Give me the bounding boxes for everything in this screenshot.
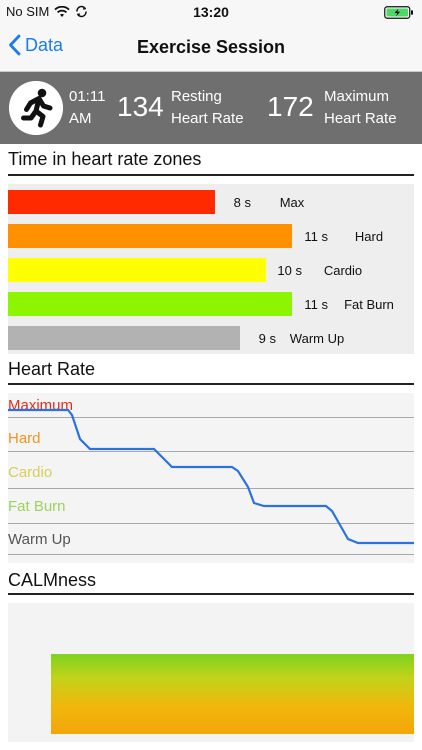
session-summary: 01:11 AM 134 Resting Heart Rate 172 Maxi… [0,72,422,144]
zones-chart: 8 s Max 11 s Hard 10 s Cardio 11 s Fat Burn 9 s W… [8,184,414,354]
zones-section-divider [8,174,414,176]
zone-bar-cardio [8,258,266,282]
zone-label: Max [279,195,305,210]
zone-duration: 10 s [277,263,302,278]
zone-label: Fat Burn [344,297,394,312]
zone-label: Cardio [323,263,363,278]
navigation-bar: Data Exercise Session [0,24,422,72]
zone-bar-hard [8,224,292,248]
heart-rate-section-title: Heart Rate [8,359,96,379]
running-person-icon [9,81,63,135]
zone-bar-fat-burn [8,292,292,316]
status-time: 13:20 [193,4,229,20]
calmness-chart [8,603,414,742]
zone-duration: 8 s [233,195,251,210]
page-title: Exercise Session [136,37,286,57]
max-heart-rate-value: 172 [267,91,314,122]
calmness-section-title: CALMness [8,570,97,590]
battery-charging-icon [384,6,413,19]
zone-bar-warm-up [8,326,240,350]
resting-heart-rate-value: 134 [117,91,164,122]
zone-label: Warm Up [289,331,345,346]
calmness-area [51,654,414,734]
heart-rate-chart: Warm Up Fat Burn Cardio Hard Maximum [8,393,414,563]
zone-duration: 9 s [258,331,276,346]
heart-rate-section-divider [8,383,414,385]
zone-label: Hard [354,229,384,244]
zone-duration: 11 s [304,229,328,244]
max-heart-rate-label: Maximum Heart Rate [324,88,397,127]
zone-bar-max [8,190,215,214]
resting-heart-rate-label: Resting Heart Rate [171,88,244,127]
start-time: 01:11 AM [69,88,106,127]
zones-section-title: Time in heart rate zones [8,149,202,169]
calmness-section-divider [8,593,414,595]
heart-rate-line [8,408,414,545]
zone-duration: 11 s [304,297,328,312]
status-bar: No SIM 13:20 [0,0,422,24]
